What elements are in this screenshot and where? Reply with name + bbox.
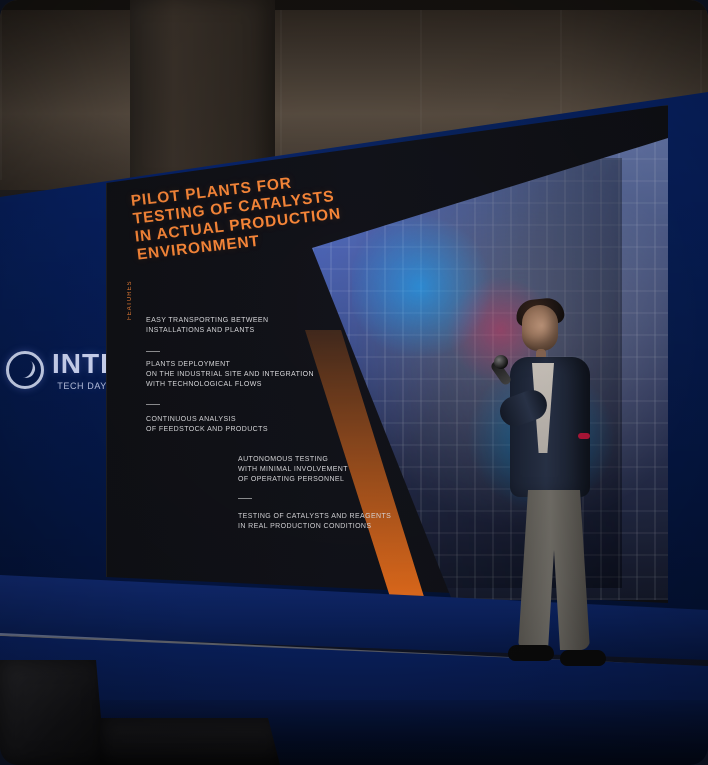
slide-feature-item: CONTINUOUS ANALYSIS OF FEEDSTOCK AND PRO… bbox=[146, 416, 268, 433]
microphone-head bbox=[494, 355, 508, 369]
slide-feature-item: EASY TRANSPORTING BETWEEN INSTALLATIONS … bbox=[146, 317, 269, 334]
inti-logo-icon bbox=[6, 351, 44, 389]
slide-divider bbox=[146, 404, 160, 405]
ceiling-strip bbox=[0, 0, 708, 10]
slide-features-label: FEATURES bbox=[127, 280, 133, 320]
event-photo: INTI TECH DAY PILOT PLANTS FOR TESTING O… bbox=[0, 0, 708, 765]
inti-logo-main: INTI bbox=[52, 347, 109, 379]
slide-divider bbox=[238, 498, 252, 499]
foreground-monitor-left bbox=[0, 660, 105, 765]
speaker-trousers bbox=[518, 490, 590, 650]
speaker-head bbox=[522, 305, 558, 351]
speaker-person bbox=[489, 296, 622, 670]
speaker-red-badge bbox=[578, 433, 590, 439]
inti-logo-sub: TECH DAY bbox=[57, 380, 107, 391]
slide-feature-item: PLANTS DEPLOYMENT ON THE INDUSTRIAL SITE… bbox=[146, 361, 314, 388]
inti-logo-text: INTI TECH DAY bbox=[52, 347, 109, 391]
speaker-right-shoe bbox=[560, 650, 606, 666]
slide-feature-item: AUTONOMOUS TESTING WITH MINIMAL INVOLVEM… bbox=[238, 456, 348, 483]
slide-feature-item: TESTING OF CATALYSTS AND REAGENTS IN REA… bbox=[238, 513, 392, 530]
foreground-monitor-middle bbox=[100, 718, 280, 765]
slide-divider bbox=[146, 351, 160, 352]
speaker-left-shoe bbox=[508, 645, 554, 661]
